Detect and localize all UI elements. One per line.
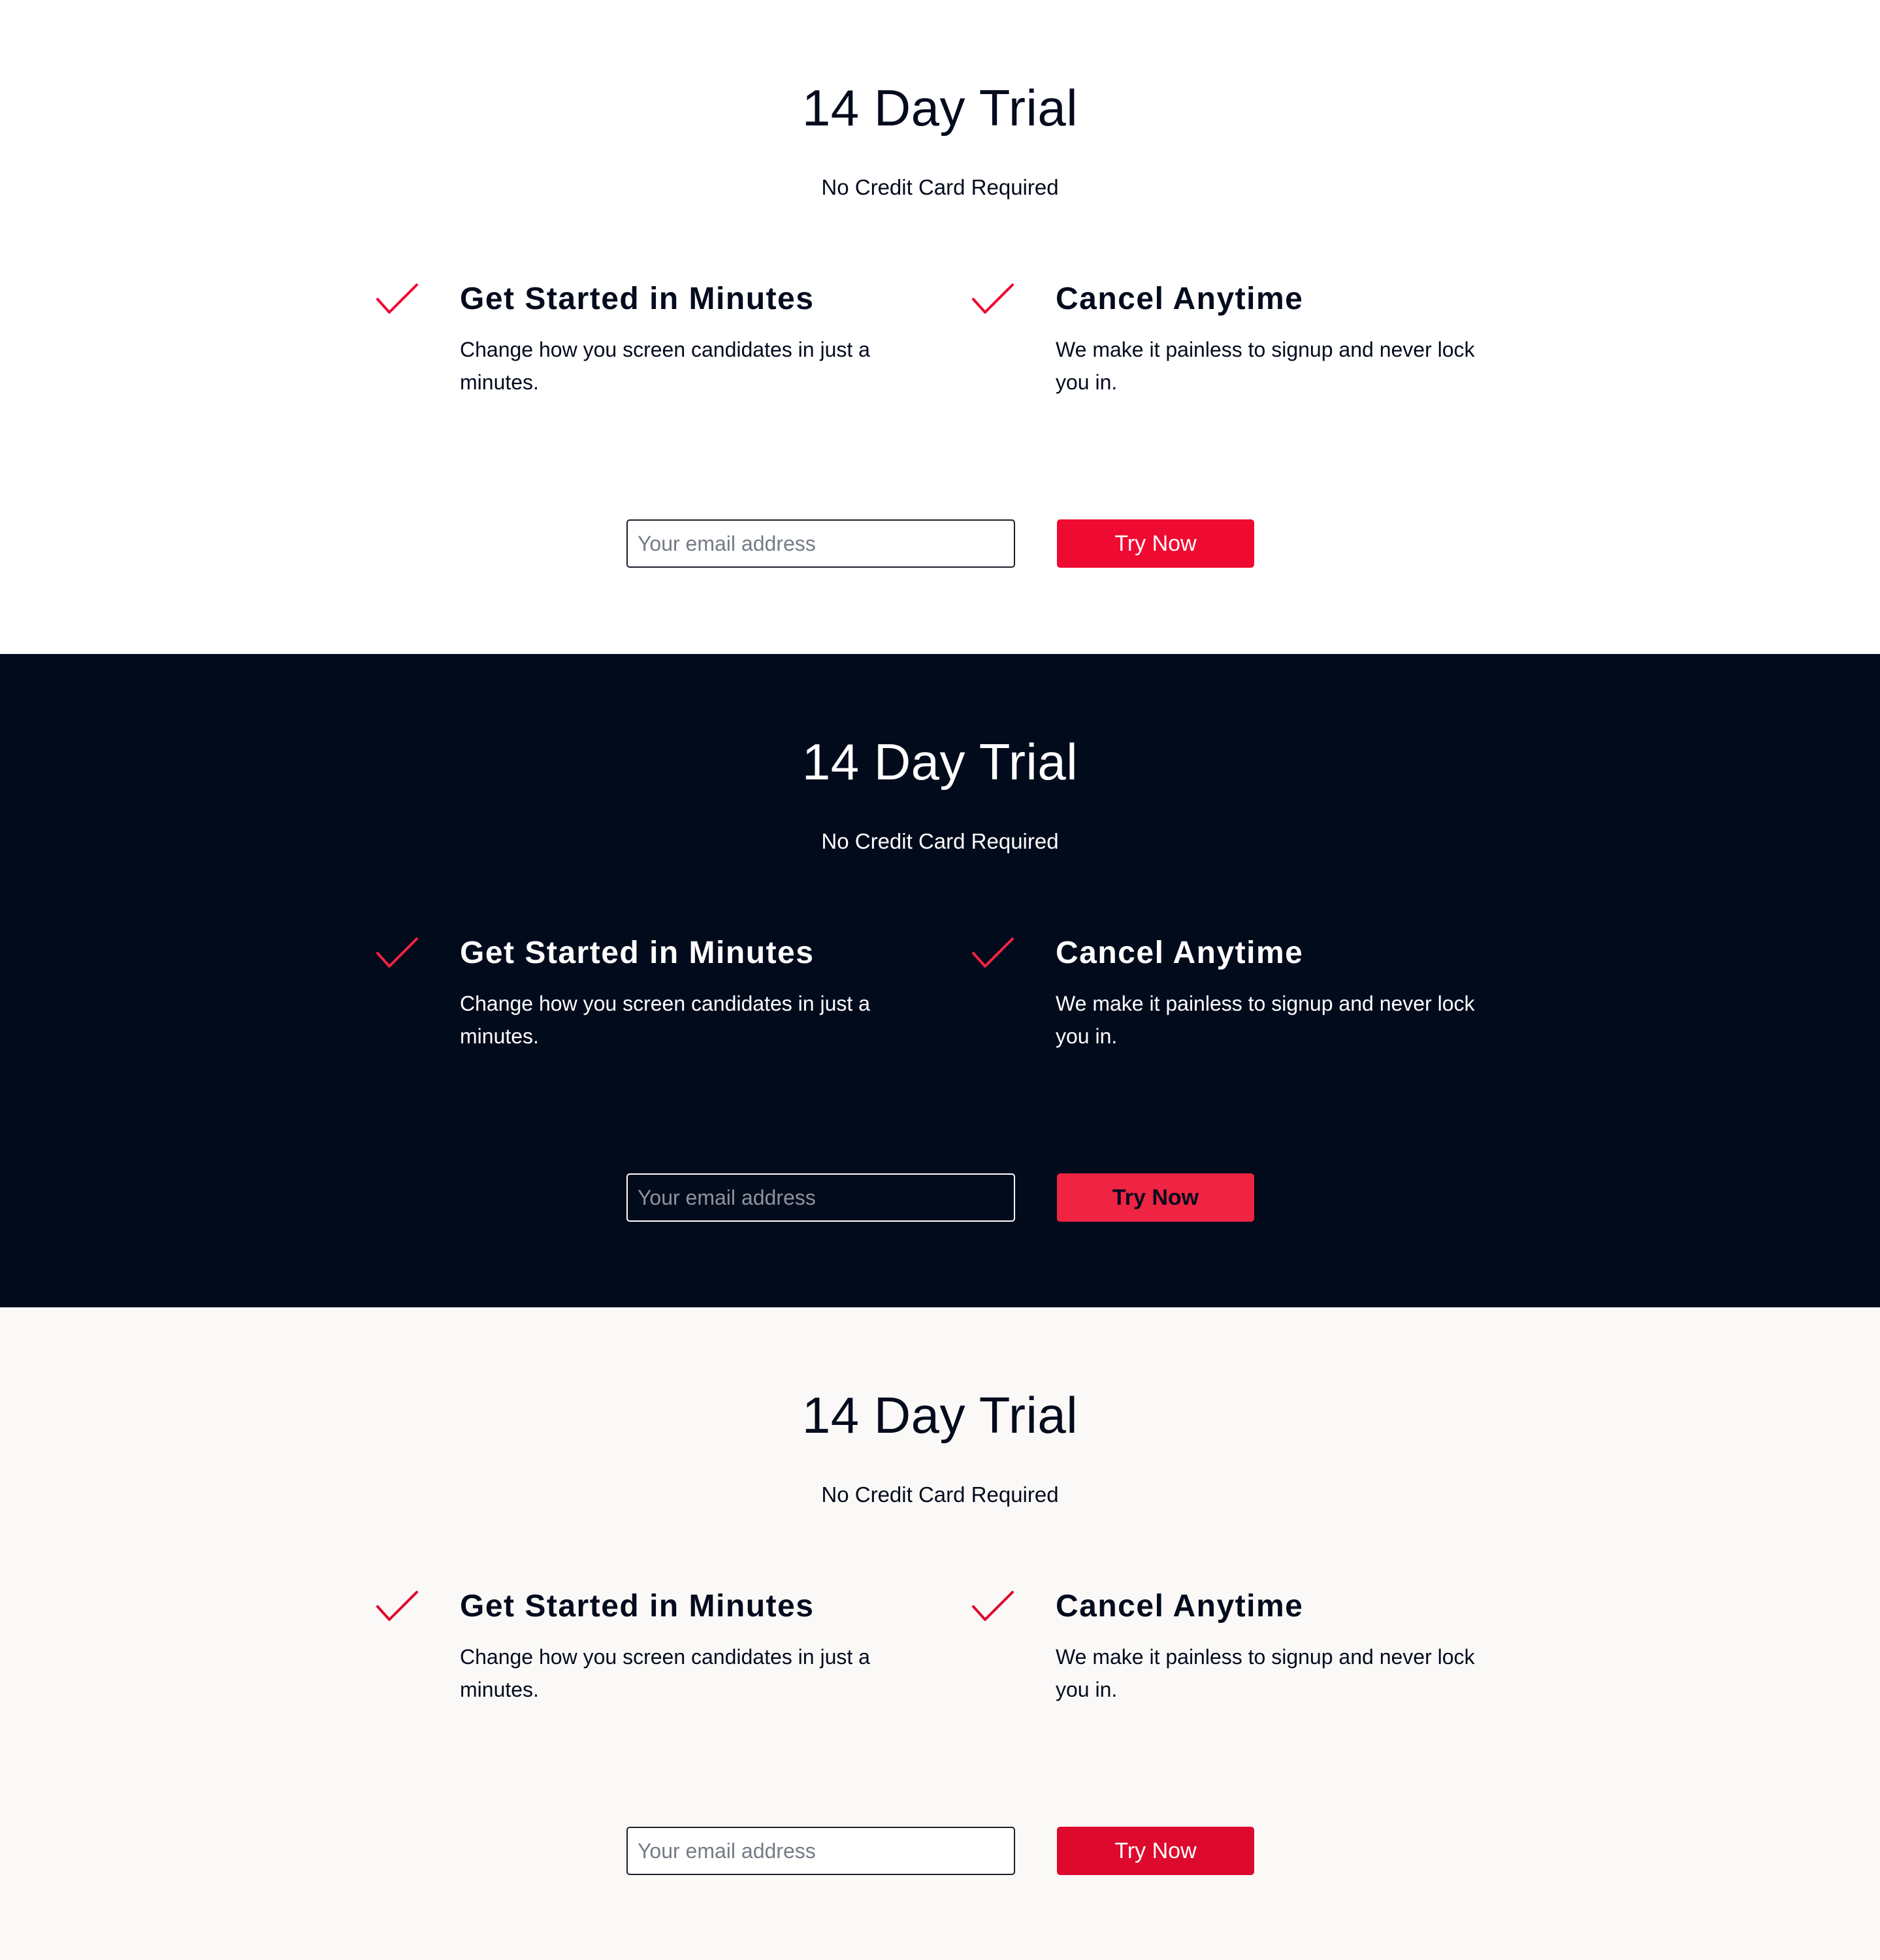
feature-cancel-anytime: Cancel Anytime We make it painless to si… — [971, 927, 1475, 1071]
checkmark-icon — [971, 282, 1015, 316]
feature-cancel-anytime: Cancel Anytime We make it painless to si… — [971, 1580, 1475, 1724]
checkmark-icon — [971, 936, 1015, 970]
feature-description: Change how you screen candidates in just… — [460, 1645, 870, 1701]
feature-title: Cancel Anytime — [1056, 936, 1304, 970]
feature-description: We make it painless to signup and never … — [1056, 1645, 1475, 1701]
feature-description: We make it painless to signup and never … — [1056, 338, 1475, 394]
email-input[interactable] — [626, 519, 1015, 568]
feature-title: Cancel Anytime — [1056, 282, 1304, 316]
trial-section-light: 14 Day Trial No Credit Card Required Get… — [0, 0, 1880, 654]
try-now-button[interactable]: Try Now — [1057, 1173, 1254, 1222]
section-title: 14 Day Trial — [802, 1386, 1078, 1444]
checkmark-icon — [375, 936, 419, 970]
checkmark-icon — [375, 282, 419, 316]
section-subtitle: No Credit Card Required — [821, 175, 1059, 199]
feature-title: Cancel Anytime — [1056, 1589, 1304, 1624]
feature-description: Change how you screen candidates in just… — [460, 338, 870, 394]
feature-get-started: Get Started in Minutes Change how you sc… — [375, 927, 871, 1071]
feature-description: Change how you screen candidates in just… — [460, 992, 870, 1048]
feature-get-started: Get Started in Minutes Change how you sc… — [375, 273, 871, 417]
try-now-button[interactable]: Try Now — [1057, 1827, 1254, 1875]
feature-title: Get Started in Minutes — [460, 936, 815, 970]
section-title: 14 Day Trial — [802, 79, 1078, 137]
section-subtitle: No Credit Card Required — [821, 829, 1059, 853]
trial-section-dark: 14 Day Trial No Credit Card Required Get… — [0, 654, 1880, 1307]
checkmark-icon — [971, 1590, 1015, 1624]
email-input[interactable] — [626, 1827, 1015, 1875]
trial-section-off-white: 14 Day Trial No Credit Card Required Get… — [0, 1307, 1880, 1960]
feature-title: Get Started in Minutes — [460, 282, 815, 316]
feature-description: We make it painless to signup and never … — [1056, 992, 1475, 1048]
try-now-button[interactable]: Try Now — [1057, 519, 1254, 568]
checkmark-icon — [375, 1590, 419, 1624]
feature-title: Get Started in Minutes — [460, 1589, 815, 1624]
email-input[interactable] — [626, 1173, 1015, 1222]
feature-get-started: Get Started in Minutes Change how you sc… — [375, 1580, 871, 1724]
feature-cancel-anytime: Cancel Anytime We make it painless to si… — [971, 273, 1475, 417]
section-subtitle: No Credit Card Required — [821, 1482, 1059, 1507]
section-title: 14 Day Trial — [802, 733, 1078, 791]
